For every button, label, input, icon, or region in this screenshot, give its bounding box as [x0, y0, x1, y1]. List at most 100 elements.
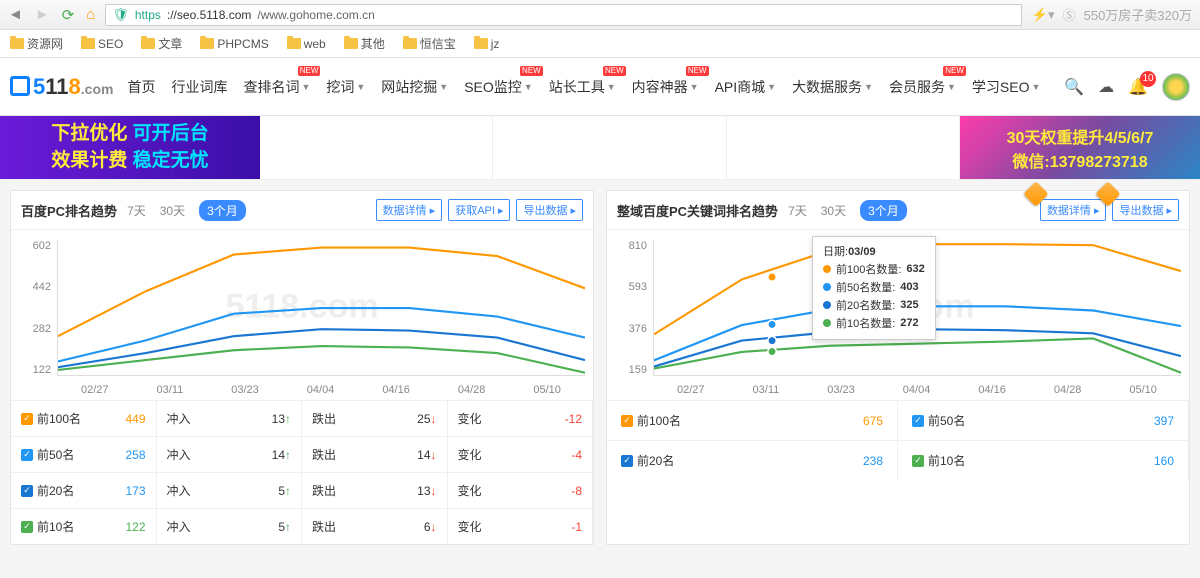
- notif-count: 10: [1140, 71, 1156, 87]
- bookmark-item[interactable]: PHPCMS: [200, 37, 268, 51]
- extension-icon[interactable]: Ⓢ: [1063, 5, 1076, 24]
- stat-cell: ✓前20名173: [11, 472, 157, 508]
- nav-item[interactable]: 大数据服务▼: [792, 77, 873, 97]
- chevron-right-icon: ▸: [1094, 204, 1100, 217]
- arrow-up-icon: ↑: [285, 484, 291, 498]
- nav-item[interactable]: 挖词▼: [326, 77, 365, 97]
- avatar[interactable]: [1162, 73, 1190, 101]
- action-button[interactable]: 数据详情▸: [1040, 199, 1107, 221]
- arrow-down-icon: ↓: [431, 520, 437, 534]
- action-button[interactable]: 导出数据▸: [516, 199, 583, 221]
- address-bar[interactable]: 🛡 https://seo.5118.com/www.gohome.com.cn: [105, 4, 1022, 26]
- promo-right-ad[interactable]: 30天权重提升4/5/6/7 微信:13798273718: [960, 116, 1200, 179]
- bookmark-item[interactable]: 其他: [344, 35, 385, 52]
- time-tab[interactable]: 3个月: [860, 200, 907, 221]
- stat-cell: 跌出14↓: [302, 436, 448, 472]
- stat-cell: ✓前100名675: [607, 400, 898, 440]
- new-badge: NEW: [298, 66, 321, 76]
- checkbox-icon[interactable]: ✓: [21, 413, 33, 425]
- nav-item[interactable]: API商城▼: [715, 77, 777, 97]
- reload-icon[interactable]: ⟳: [62, 6, 75, 24]
- time-tab[interactable]: 30天: [821, 202, 846, 219]
- bookmark-item[interactable]: 资源网: [10, 35, 63, 52]
- time-tab[interactable]: 30天: [160, 202, 185, 219]
- stat-cell: 跌出13↓: [302, 472, 448, 508]
- folder-icon: [10, 38, 24, 49]
- action-button[interactable]: 获取API▸: [448, 199, 510, 221]
- nav-item[interactable]: 会员服务▼NEW: [889, 77, 956, 97]
- folder-icon: [287, 38, 301, 49]
- bookmark-item[interactable]: 文章: [141, 35, 182, 52]
- checkbox-icon[interactable]: ✓: [912, 455, 924, 467]
- time-tab[interactable]: 7天: [788, 202, 807, 219]
- checkbox-icon[interactable]: ✓: [621, 415, 633, 427]
- bell-icon[interactable]: 🔔10: [1128, 77, 1148, 97]
- nav-item[interactable]: 站长工具▼NEW: [549, 77, 616, 97]
- folder-icon: [474, 38, 488, 49]
- panel-title: 整域百度PC关键词排名趋势: [617, 201, 778, 220]
- folder-icon: [403, 38, 417, 49]
- bookmark-item[interactable]: SEO: [81, 37, 123, 51]
- search-icon[interactable]: 🔍: [1064, 77, 1084, 97]
- nav-item[interactable]: 网站挖掘▼: [381, 77, 448, 97]
- nav-item[interactable]: 行业词库: [171, 77, 227, 97]
- stat-cell: 冲入14↑: [157, 436, 303, 472]
- folder-icon: [141, 38, 155, 49]
- site-nav: 5118.com 首页行业词库查排名词▼NEW 挖词▼ 网站挖掘▼ SEO监控▼NEW…: [0, 58, 1200, 116]
- checkbox-icon[interactable]: ✓: [912, 415, 924, 427]
- checkbox-icon[interactable]: ✓: [21, 521, 33, 533]
- chevron-down-icon: ▼: [690, 82, 699, 92]
- arrow-up-icon: ↑: [285, 448, 291, 462]
- back-icon[interactable]: ◄: [8, 6, 23, 23]
- arrow-down-icon: ↓: [431, 448, 437, 462]
- checkbox-icon[interactable]: ✓: [21, 485, 33, 497]
- chevron-down-icon: ▼: [864, 82, 873, 92]
- stat-cell: ✓前50名397: [898, 400, 1189, 440]
- chevron-right-icon: ▸: [570, 204, 576, 217]
- bookmark-item[interactable]: web: [287, 37, 326, 51]
- folder-icon: [344, 38, 358, 49]
- nav-item[interactable]: SEO监控▼NEW: [464, 77, 533, 97]
- site-logo[interactable]: 5118.com: [10, 74, 113, 100]
- new-badge: NEW: [603, 66, 626, 76]
- promo-left-ad[interactable]: 下拉优化 可开后台 效果计费 稳定无忧: [0, 116, 260, 179]
- arrow-up-icon: ↑: [285, 412, 291, 426]
- chevron-right-icon: ▸: [1166, 204, 1172, 217]
- bookmark-item[interactable]: jz: [474, 37, 500, 51]
- nav-item[interactable]: 内容神器▼NEW: [632, 77, 699, 97]
- time-tab[interactable]: 7天: [127, 202, 146, 219]
- chevron-down-icon: ▼: [607, 82, 616, 92]
- nav-item[interactable]: 查排名词▼NEW: [243, 77, 310, 97]
- panel-title: 百度PC排名趋势: [21, 201, 117, 220]
- stat-cell: 冲入5↑: [157, 472, 303, 508]
- panel-pc-rank-trend: 百度PC排名趋势 7天30天3个月 数据详情▸获取API▸导出数据▸ 5118.…: [10, 190, 594, 545]
- checkbox-icon[interactable]: ✓: [621, 455, 633, 467]
- nav-item[interactable]: 学习SEO▼: [972, 77, 1041, 97]
- action-button[interactable]: 数据详情▸: [376, 199, 443, 221]
- search-hint[interactable]: 550万房子卖320万: [1084, 5, 1192, 24]
- action-button[interactable]: 导出数据▸: [1112, 199, 1179, 221]
- home-icon[interactable]: ⌂: [86, 6, 95, 23]
- new-badge: NEW: [520, 66, 543, 76]
- time-tab[interactable]: 3个月: [199, 200, 246, 221]
- stat-cell: 变化-8: [448, 472, 594, 508]
- cloud-download-icon[interactable]: ☁: [1098, 77, 1114, 97]
- new-badge: NEW: [943, 66, 966, 76]
- bookmark-item[interactable]: 恒信宝: [403, 35, 456, 52]
- chevron-down-icon: ▼: [1031, 82, 1040, 92]
- nav-item[interactable]: 首页: [127, 77, 155, 97]
- forward-icon[interactable]: ►: [35, 6, 50, 23]
- new-badge: NEW: [686, 66, 709, 76]
- flash-icon[interactable]: ⚡▾: [1032, 7, 1055, 23]
- stat-cell: 变化-12: [448, 400, 594, 436]
- stat-cell: ✓前20名238: [607, 440, 898, 480]
- bookmark-bar: 资源网 SEO 文章 PHPCMS web 其他 恒信宝 jz: [0, 30, 1200, 58]
- folder-icon: [81, 38, 95, 49]
- chart-domain-keyword: 5118.com 810593376159 日期:03/09前100名数量: 6…: [607, 230, 1189, 400]
- chevron-down-icon: ▼: [301, 82, 310, 92]
- arrow-up-icon: ↑: [285, 520, 291, 534]
- checkbox-icon[interactable]: ✓: [21, 449, 33, 461]
- browser-toolbar: ◄ ► ⟳ ⌂ 🛡 https://seo.5118.com/www.gohom…: [0, 0, 1200, 30]
- stat-cell: ✓前10名122: [11, 508, 157, 544]
- panel-domain-keyword-trend: 整域百度PC关键词排名趋势 7天 30天 3个月 数据详情▸导出数据▸ 5118.c…: [606, 190, 1190, 545]
